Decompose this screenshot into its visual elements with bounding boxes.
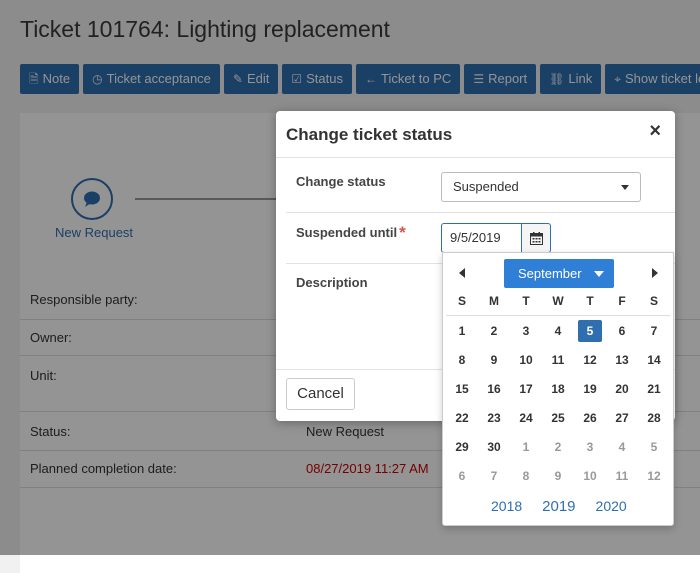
calendar-button[interactable] — [521, 223, 551, 253]
day-cell[interactable]: 12 — [574, 349, 606, 371]
day-cell-other-month[interactable]: 5 — [638, 436, 670, 458]
day-cell-selected[interactable]: 5 — [578, 319, 602, 342]
day-cell-other-month[interactable]: 12 — [638, 465, 670, 487]
day-cell-other-month[interactable]: 10 — [574, 465, 606, 487]
day-cell[interactable]: 7 — [638, 320, 670, 342]
week-row: 15 16 17 18 19 20 21 — [446, 374, 670, 403]
chevron-down-icon — [594, 271, 604, 277]
year-switcher: 2018 2019 2020 — [491, 498, 627, 515]
status-select-value: Suspended — [453, 179, 519, 194]
day-cell-other-month[interactable]: 4 — [606, 436, 638, 458]
day-cell[interactable]: 26 — [574, 407, 606, 429]
week-row: 22 23 24 25 26 27 28 — [446, 403, 670, 432]
week-row: 29 30 1 2 3 4 5 — [446, 432, 670, 461]
day-cell[interactable]: 27 — [606, 407, 638, 429]
week-row: 1 2 3 4 5 6 7 — [446, 316, 670, 345]
day-cell-other-month[interactable]: 1 — [510, 436, 542, 458]
month-select-value: September — [518, 266, 582, 281]
day-cell[interactable]: 16 — [478, 378, 510, 400]
day-cell[interactable]: 22 — [446, 407, 478, 429]
week-row: 6 7 8 9 10 11 12 — [446, 461, 670, 490]
day-cell[interactable]: 21 — [638, 378, 670, 400]
day-cell-other-month[interactable]: 6 — [446, 465, 478, 487]
change-status-label: Change status — [296, 174, 386, 189]
day-cell[interactable]: 29 — [446, 436, 478, 458]
day-cell[interactable]: 19 — [574, 378, 606, 400]
day-cell-other-month[interactable]: 7 — [478, 465, 510, 487]
calendar-grid: S M T W T F S 1 2 3 4 5 6 7 8 9 10 11 12… — [446, 287, 670, 490]
day-cell[interactable]: 8 — [446, 349, 478, 371]
day-cell-other-month[interactable]: 9 — [542, 465, 574, 487]
weekday-label: S — [649, 294, 658, 308]
suspended-until-text: Suspended until — [296, 225, 398, 240]
weekday-label: W — [552, 294, 564, 308]
month-select[interactable]: September — [504, 259, 614, 288]
day-cell-other-month[interactable]: 11 — [606, 465, 638, 487]
day-cell[interactable]: 1 — [446, 320, 478, 342]
year-option[interactable]: 2020 — [596, 498, 627, 515]
chevron-down-icon — [621, 185, 629, 190]
next-month-icon[interactable] — [652, 268, 658, 278]
dialog-title: Change ticket status — [286, 125, 453, 144]
day-cell[interactable]: 2 — [478, 320, 510, 342]
cancel-button[interactable]: Cancel — [286, 378, 355, 410]
weekday-header: S M T W T F S — [446, 287, 670, 316]
day-cell-other-month[interactable]: 2 — [542, 436, 574, 458]
day-cell[interactable]: 20 — [606, 378, 638, 400]
day-cell[interactable]: 24 — [510, 407, 542, 429]
day-cell[interactable]: 11 — [542, 349, 574, 371]
day-cell[interactable]: 28 — [638, 407, 670, 429]
day-cell[interactable]: 23 — [478, 407, 510, 429]
weekday-label: T — [522, 294, 530, 308]
year-option-current[interactable]: 2019 — [542, 498, 575, 515]
weekday-label: F — [618, 294, 626, 308]
week-row: 8 9 10 11 12 13 14 — [446, 345, 670, 374]
day-cell[interactable]: 25 — [542, 407, 574, 429]
day-cell-other-month[interactable]: 3 — [574, 436, 606, 458]
weekday-label: S — [457, 294, 466, 308]
suspended-until-label: Suspended until * — [296, 223, 406, 243]
day-cell[interactable]: 9 — [478, 349, 510, 371]
weekday-label: T — [586, 294, 594, 308]
day-cell[interactable]: 6 — [606, 320, 638, 342]
weekday-label: M — [489, 294, 499, 308]
day-cell[interactable]: 17 — [510, 378, 542, 400]
prev-month-icon[interactable] — [459, 268, 465, 278]
field-divider — [286, 212, 675, 213]
dialog-header-divider — [276, 157, 675, 158]
day-cell[interactable]: 18 — [542, 378, 574, 400]
close-icon[interactable]: × — [649, 120, 661, 143]
required-marker: * — [399, 223, 406, 242]
suspended-until-date-input[interactable]: 9/5/2019 — [441, 223, 522, 253]
day-cell-other-month[interactable]: 8 — [510, 465, 542, 487]
datepicker: September S M T W T F S 1 2 3 4 5 6 7 8 … — [442, 252, 674, 526]
day-cell[interactable]: 10 — [510, 349, 542, 371]
day-cell[interactable]: 14 — [638, 349, 670, 371]
description-label: Description — [296, 275, 368, 290]
year-option[interactable]: 2018 — [491, 498, 522, 515]
status-select[interactable]: Suspended — [441, 172, 641, 202]
day-cell[interactable]: 15 — [446, 378, 478, 400]
day-cell[interactable]: 4 — [542, 320, 574, 342]
day-cell[interactable]: 3 — [510, 320, 542, 342]
calendar-icon — [529, 231, 543, 245]
day-cell[interactable]: 30 — [478, 436, 510, 458]
day-cell[interactable]: 13 — [606, 349, 638, 371]
